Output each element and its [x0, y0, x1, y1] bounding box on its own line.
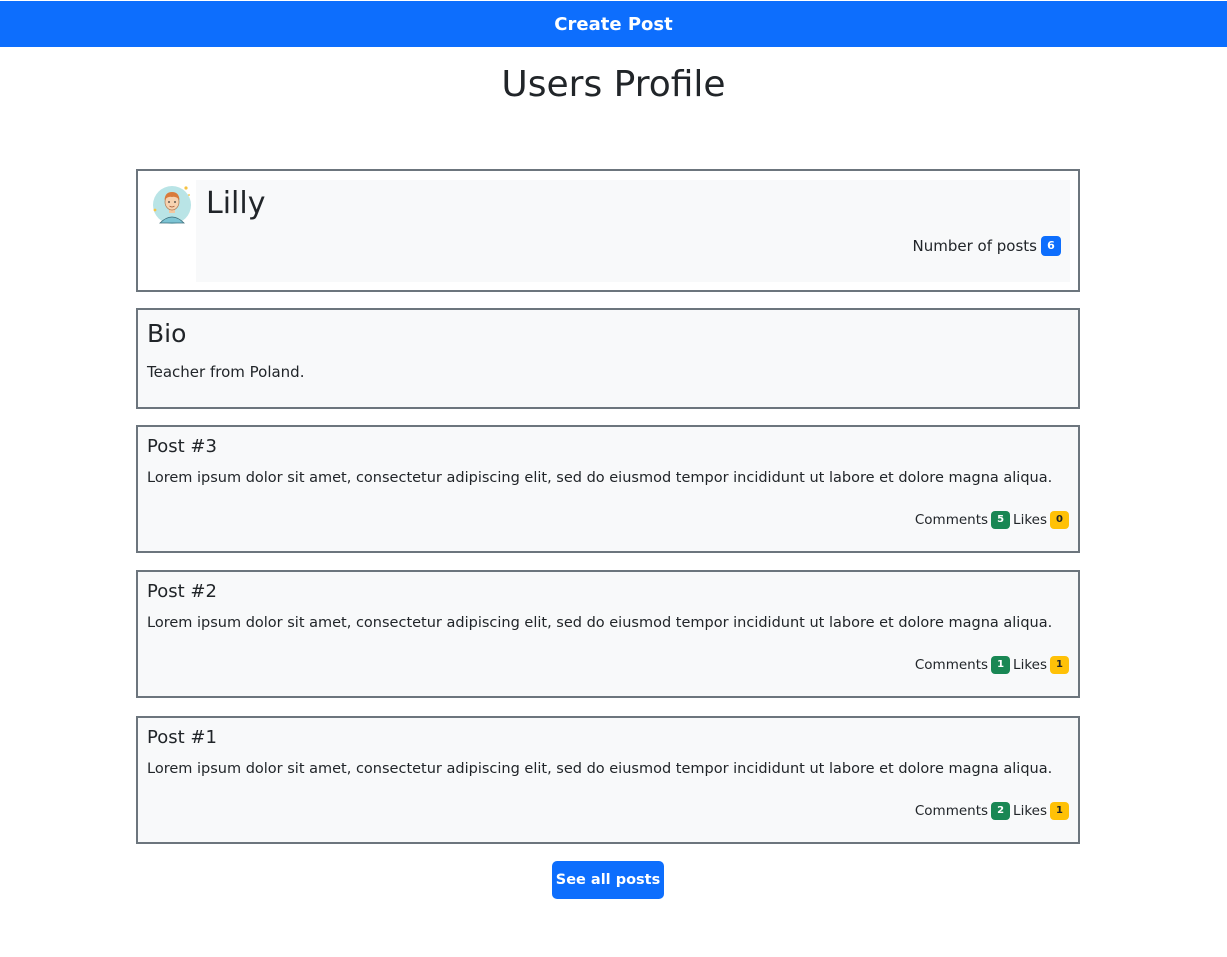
posts-count: Number of posts 6 — [913, 236, 1061, 256]
comments-label: Comments — [914, 657, 989, 673]
post-card[interactable]: Post #3 Lorem ipsum dolor sit amet, cons… — [136, 425, 1080, 553]
post-stats: Comments 1 Likes 1 — [915, 656, 1069, 674]
post-card[interactable]: Post #2 Lorem ipsum dolor sit amet, cons… — [136, 570, 1080, 698]
posts-count-label: Number of posts — [912, 237, 1037, 255]
comments-label: Comments — [914, 512, 989, 528]
post-card[interactable]: Post #1 Lorem ipsum dolor sit amet, cons… — [136, 716, 1080, 844]
top-navbar: Create Post — [0, 0, 1227, 47]
bio-card: Bio Teacher from Poland. — [136, 308, 1080, 409]
bio-title: Bio — [147, 319, 187, 348]
likes-count-badge: 1 — [1050, 656, 1069, 674]
posts-count-badge: 6 — [1041, 236, 1061, 256]
page-title: Users Profile — [501, 64, 726, 105]
profile-card: Lilly Number of posts 6 — [136, 169, 1080, 292]
likes-count-badge: 0 — [1050, 511, 1069, 529]
profile-info: Lilly Number of posts 6 — [196, 180, 1070, 282]
profile-name: Lilly — [206, 186, 266, 221]
comments-count-badge: 5 — [991, 511, 1011, 529]
likes-label: Likes — [1013, 512, 1047, 528]
create-post-button[interactable]: Create Post — [554, 14, 672, 35]
bio-text: Teacher from Poland. — [147, 363, 305, 381]
post-title: Post #3 — [147, 436, 217, 457]
post-text: Lorem ipsum dolor sit amet, consectetur … — [147, 470, 1053, 486]
post-text: Lorem ipsum dolor sit amet, consectetur … — [147, 761, 1053, 777]
post-stats: Comments 2 Likes 1 — [915, 802, 1069, 820]
likes-label: Likes — [1013, 803, 1047, 819]
likes-label: Likes — [1013, 657, 1047, 673]
post-stats: Comments 5 Likes 0 — [915, 511, 1069, 529]
post-title: Post #1 — [147, 727, 217, 748]
post-title: Post #2 — [147, 581, 217, 602]
comments-count-badge: 2 — [991, 802, 1011, 820]
comments-label: Comments — [914, 803, 989, 819]
post-text: Lorem ipsum dolor sit amet, consectetur … — [147, 615, 1053, 631]
likes-count-badge: 1 — [1050, 802, 1069, 820]
user-avatar-icon — [153, 186, 191, 224]
comments-count-badge: 1 — [991, 656, 1011, 674]
see-all-posts-button[interactable]: See all posts — [552, 861, 664, 899]
